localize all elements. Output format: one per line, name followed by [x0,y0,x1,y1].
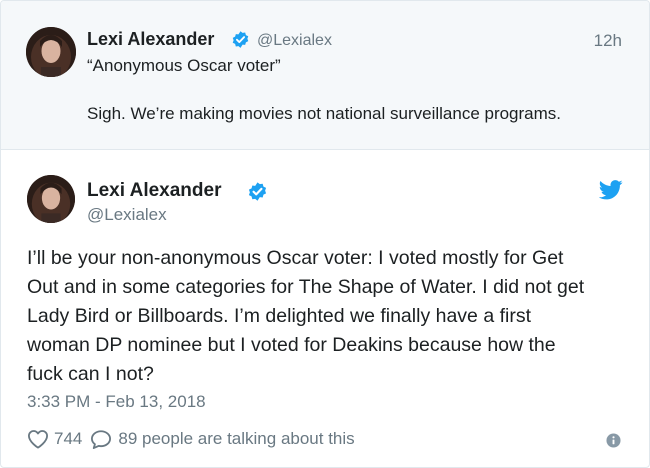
author-name[interactable]: Lexi Alexander [87,29,214,50]
author-handle[interactable]: @Lexialex [87,205,167,225]
avatar[interactable] [26,27,76,77]
tweet-text-line: I’ll be your non-anonymous Oscar voter: … [27,247,564,269]
tweet-timestamp[interactable]: 12h [594,31,622,51]
author-name[interactable]: Lexi Alexander [87,180,221,202]
parent-tweet[interactable]: Lexi Alexander @Lexialex 12h “Anonymous … [1,1,649,150]
tweet-text-line: Sigh. We’re making movies not national s… [87,104,562,123]
info-icon[interactable] [606,433,621,448]
embedded-tweet-card: Lexi Alexander @Lexialex 12h “Anonymous … [0,0,650,468]
tweet-date-link[interactable]: 3:33 PM - Feb 13, 2018 [27,392,206,412]
tweet-text-line: Out and in some categories for The Shape… [27,276,585,298]
verified-badge-icon [232,31,249,48]
heart-icon[interactable] [27,429,49,449]
twitter-bird-icon[interactable] [599,180,623,200]
avatar[interactable] [27,175,75,223]
tweet-text-line: “Anonymous Oscar voter” [87,56,281,75]
tweet-text-line: woman DP nominee but I voted for Deakins… [27,334,556,356]
tweet-text: I’ll be your non-anonymous Oscar voter: … [27,244,627,389]
tweet-actions: 744 89 people are talking about this [27,428,355,450]
reply-bubble-icon[interactable] [90,429,112,449]
like-count[interactable]: 744 [54,429,82,449]
tweet-text-line: fuck can I not? [27,363,154,385]
author-handle[interactable]: @Lexialex [257,32,332,50]
talking-about-link[interactable]: 89 people are talking about this [118,429,354,449]
tweet-text-line: Lady Bird or Billboards. I’m delighted w… [27,305,531,327]
verified-badge-icon [248,182,267,201]
